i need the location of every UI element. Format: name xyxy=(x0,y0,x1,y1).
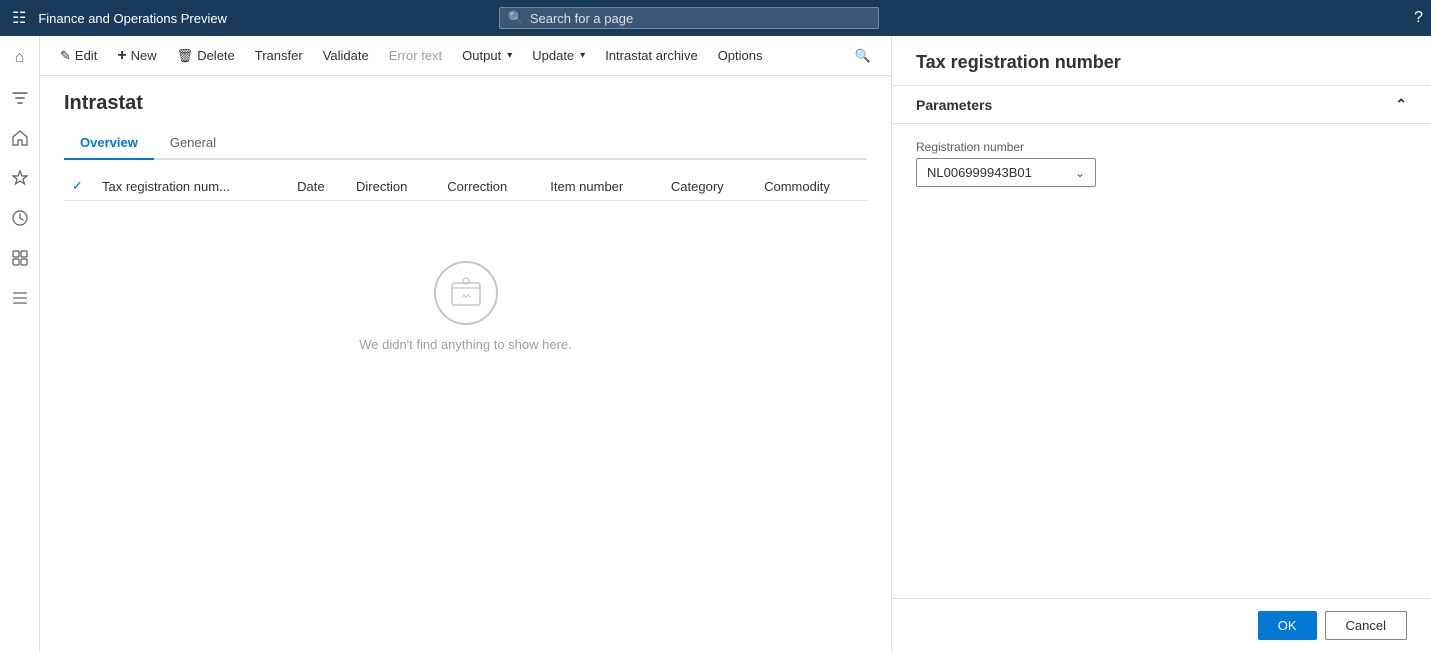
col-correction: Correction xyxy=(439,172,542,201)
cancel-button[interactable]: Cancel xyxy=(1325,611,1407,640)
toolbar-search-icon: 🔍 xyxy=(855,48,871,64)
col-tax-reg: Tax registration num... xyxy=(94,172,289,201)
sidebar: ⌂ xyxy=(0,36,40,652)
sidebar-item-favorites[interactable] xyxy=(2,160,38,196)
help-icon[interactable]: ? xyxy=(1414,9,1423,27)
registration-number-label: Registration number xyxy=(916,140,1407,154)
sidebar-item-recent[interactable] xyxy=(2,200,38,236)
ok-button[interactable]: OK xyxy=(1258,611,1317,640)
toolbar: ✎ Edit + New 🗑 Delete Transfer Validate … xyxy=(40,36,891,76)
output-button[interactable]: Output xyxy=(454,44,520,67)
tab-overview[interactable]: Overview xyxy=(64,127,154,160)
toolbar-search-button[interactable]: 🔍 xyxy=(847,44,879,68)
parameters-section-content: Registration number NL006999943B01 ⌄ xyxy=(892,124,1431,203)
empty-state-text: We didn't find anything to show here. xyxy=(359,337,572,352)
validate-button[interactable]: Validate xyxy=(315,44,377,67)
data-table: ✓ Tax registration num... Date Direction… xyxy=(64,172,867,412)
col-check: ✓ xyxy=(64,172,94,201)
main-layout: ⌂ xyxy=(0,36,1431,652)
edit-button[interactable]: ✎ Edit xyxy=(52,44,105,68)
page-content: Intrastat Overview General ✓ Tax registr… xyxy=(40,76,891,652)
intrastat-archive-button[interactable]: Intrastat archive xyxy=(597,44,706,67)
col-item-number: Item number xyxy=(542,172,663,201)
panel-title: Tax registration number xyxy=(892,36,1431,85)
check-icon: ✓ xyxy=(72,178,83,193)
hamburger-menu-icon[interactable]: ☷ xyxy=(8,4,30,32)
empty-state-icon xyxy=(434,261,498,325)
sidebar-item-modules[interactable] xyxy=(2,280,38,316)
empty-state: We didn't find anything to show here. xyxy=(64,201,867,412)
sidebar-filter-icon[interactable] xyxy=(2,80,38,116)
registration-number-value: NL006999943B01 xyxy=(927,165,1032,180)
update-button[interactable]: Update xyxy=(524,44,593,67)
right-panel: Tax registration number Parameters ⌃ Reg… xyxy=(891,36,1431,652)
collapse-icon: ⌃ xyxy=(1395,96,1407,113)
col-commodity: Commodity xyxy=(756,172,867,201)
col-direction: Direction xyxy=(348,172,439,201)
options-button[interactable]: Options xyxy=(710,44,771,67)
col-date: Date xyxy=(289,172,348,201)
parameters-section-header[interactable]: Parameters ⌃ xyxy=(892,85,1431,124)
error-text-button[interactable]: Error text xyxy=(381,44,450,67)
search-bar[interactable]: 🔍 Search for a page xyxy=(499,7,879,29)
app-title: Finance and Operations Preview xyxy=(38,11,227,26)
registration-number-select[interactable]: NL006999943B01 ⌄ xyxy=(916,158,1096,187)
parameters-label: Parameters xyxy=(916,97,992,113)
top-nav: ☷ Finance and Operations Preview 🔍 Searc… xyxy=(0,0,1431,36)
sidebar-item-home2[interactable] xyxy=(2,120,38,156)
content-area: ✎ Edit + New 🗑 Delete Transfer Validate … xyxy=(40,36,891,652)
transfer-button[interactable]: Transfer xyxy=(247,44,311,67)
sidebar-item-workspaces[interactable] xyxy=(2,240,38,276)
delete-button[interactable]: 🗑 Delete xyxy=(169,44,243,68)
page-title: Intrastat xyxy=(64,92,867,115)
dropdown-arrow-icon: ⌄ xyxy=(1075,166,1085,180)
new-icon: + xyxy=(117,47,126,65)
search-placeholder: Search for a page xyxy=(530,11,633,26)
new-button[interactable]: + New xyxy=(109,43,164,69)
delete-icon: 🗑 xyxy=(177,48,194,64)
edit-icon: ✎ xyxy=(60,48,71,64)
tab-general[interactable]: General xyxy=(154,127,232,160)
search-icon: 🔍 xyxy=(508,10,524,26)
tabs: Overview General xyxy=(64,127,867,160)
panel-footer: OK Cancel xyxy=(892,598,1431,652)
col-category: Category xyxy=(663,172,756,201)
sidebar-item-home[interactable]: ⌂ xyxy=(2,40,38,76)
